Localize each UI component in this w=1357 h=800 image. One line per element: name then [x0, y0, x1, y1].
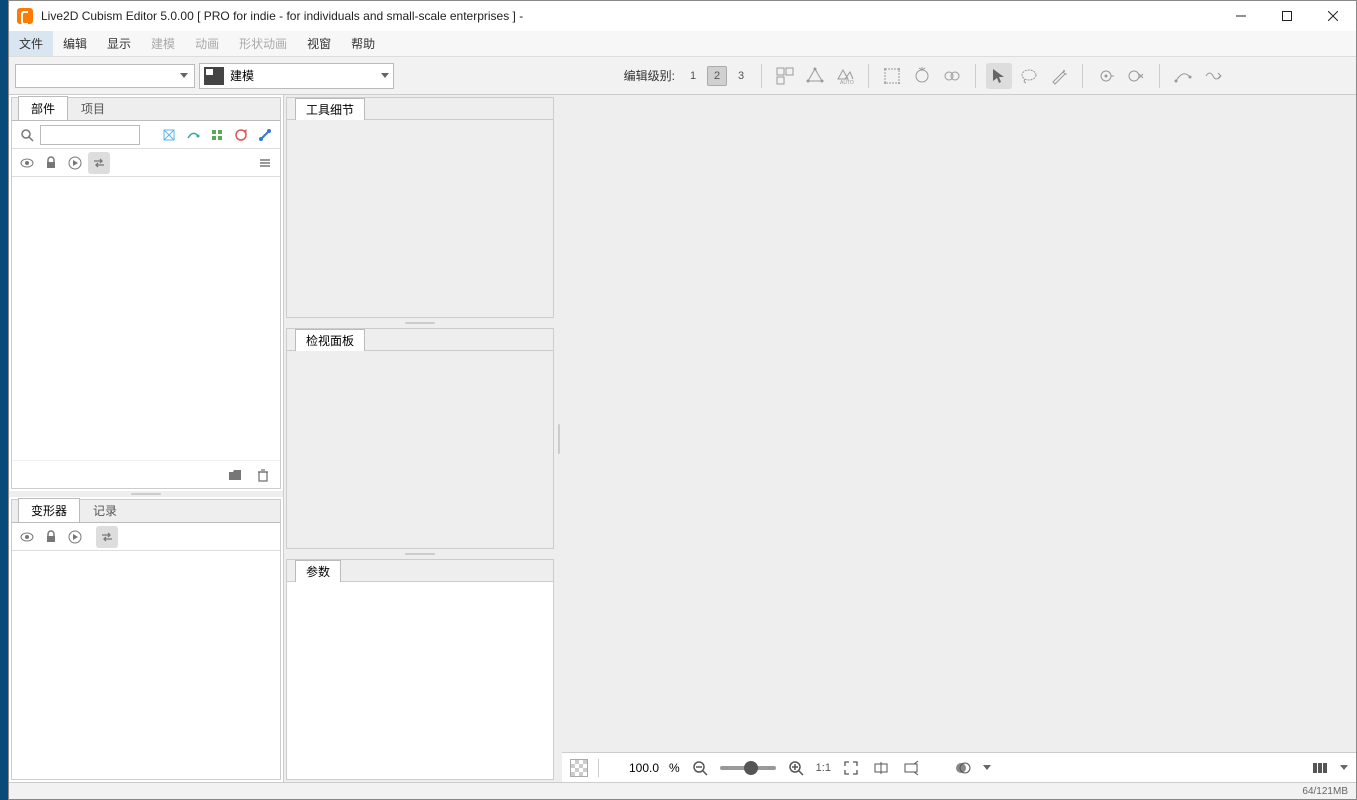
arrow-tool-icon[interactable] — [986, 63, 1012, 89]
warp-filter-icon[interactable] — [206, 124, 228, 146]
texture-atlas-icon[interactable] — [772, 63, 798, 89]
parameter-tab[interactable]: 参数 — [295, 560, 341, 582]
app-logo-icon — [17, 8, 33, 24]
minimize-button[interactable] — [1218, 1, 1264, 31]
canvas-footer: 100.0 % 1:1 — [562, 752, 1356, 782]
auto-mesh-icon[interactable]: AUTO — [832, 63, 858, 89]
rotation-filter-icon[interactable] — [230, 124, 252, 146]
lock-icon[interactable] — [40, 526, 62, 548]
separator — [868, 64, 869, 88]
visibility-icon[interactable] — [16, 526, 38, 548]
path-deform-icon[interactable] — [1200, 63, 1226, 89]
tab-parts[interactable]: 部件 — [18, 96, 68, 120]
canvas-viewport[interactable] — [562, 95, 1356, 752]
menu-file[interactable]: 文件 — [9, 31, 53, 56]
main-toolbar: 建模 编辑级别: 1 2 3 AUTO — [9, 57, 1356, 95]
trash-icon[interactable] — [252, 464, 274, 486]
edit-level-1[interactable]: 1 — [683, 66, 703, 86]
glue-tool-icon[interactable] — [1093, 63, 1119, 89]
separator — [761, 64, 762, 88]
slider-knob[interactable] — [744, 761, 758, 775]
center-icon[interactable] — [871, 758, 891, 778]
memory-usage: 64/121MB — [1302, 786, 1348, 797]
chevron-down-icon[interactable] — [1340, 765, 1348, 770]
menu-modeling: 建模 — [141, 31, 185, 56]
menu-icon[interactable] — [254, 152, 276, 174]
focus-icon[interactable] — [901, 758, 921, 778]
menu-help[interactable]: 帮助 — [341, 31, 385, 56]
menu-animation: 动画 — [185, 31, 229, 56]
folder-icon[interactable] — [224, 464, 246, 486]
zoom-percent-label: % — [669, 761, 680, 775]
menubar: 文件 编辑 显示 建模 动画 形状动画 视窗 帮助 — [9, 31, 1356, 57]
layout-icon[interactable] — [1310, 758, 1330, 778]
play-icon[interactable] — [64, 152, 86, 174]
background-color-icon[interactable] — [570, 759, 588, 777]
separator — [1082, 64, 1083, 88]
menu-edit[interactable]: 编辑 — [53, 31, 97, 56]
rotation-deformer-icon[interactable] — [909, 63, 935, 89]
zoom-value[interactable]: 100.0 — [609, 761, 659, 775]
chevron-down-icon[interactable] — [983, 765, 991, 770]
fit-screen-icon[interactable] — [841, 758, 861, 778]
horizontal-splitter[interactable] — [284, 320, 556, 326]
window-title: Live2D Cubism Editor 5.0.00 [ PRO for in… — [41, 9, 523, 23]
zoom-slider[interactable] — [720, 766, 776, 770]
play-icon[interactable] — [64, 526, 86, 548]
maximize-button[interactable] — [1264, 1, 1310, 31]
tool-detail-tab[interactable]: 工具细节 — [295, 98, 365, 120]
tool-detail-body — [287, 120, 553, 317]
edit-level-label: 编辑级别: — [624, 67, 675, 84]
parts-search-input[interactable] — [40, 125, 140, 145]
visibility-icon[interactable] — [16, 152, 38, 174]
menu-display[interactable]: 显示 — [97, 31, 141, 56]
chevron-down-icon — [180, 73, 188, 78]
mode-label: 建模 — [230, 67, 254, 84]
inspector-tab[interactable]: 检视面板 — [295, 329, 365, 351]
svg-text:AUTO: AUTO — [840, 80, 854, 85]
deformer-filter-icon[interactable] — [182, 124, 204, 146]
close-button[interactable] — [1310, 1, 1356, 31]
separator — [975, 64, 976, 88]
deformer-tree[interactable] — [12, 551, 280, 779]
menu-window[interactable]: 视窗 — [297, 31, 341, 56]
rotation-deformer-continuous-icon[interactable] — [939, 63, 965, 89]
onion-skin-icon[interactable] — [953, 758, 973, 778]
path-tool-icon[interactable] — [1170, 63, 1196, 89]
tab-project[interactable]: 项目 — [68, 96, 118, 120]
zoom-in-icon[interactable] — [786, 758, 806, 778]
mesh-edit-icon[interactable] — [802, 63, 828, 89]
inspector-body — [287, 351, 553, 548]
lock-icon[interactable] — [40, 152, 62, 174]
mode-selector[interactable]: 建模 — [199, 63, 394, 89]
parameter-body[interactable] — [287, 582, 553, 779]
sync-icon[interactable] — [96, 526, 118, 548]
edit-level-3[interactable]: 3 — [731, 66, 751, 86]
chevron-down-icon — [381, 73, 389, 78]
ratio-label[interactable]: 1:1 — [816, 762, 831, 774]
zoom-out-icon[interactable] — [690, 758, 710, 778]
sync-icon[interactable] — [88, 152, 110, 174]
modeling-mode-icon — [204, 67, 224, 85]
search-icon[interactable] — [16, 124, 38, 146]
brush-tool-icon[interactable] — [1046, 63, 1072, 89]
titlebar: Live2D Cubism Editor 5.0.00 [ PRO for in… — [9, 1, 1356, 31]
tab-log[interactable]: 记录 — [80, 498, 130, 522]
glue-filter-icon[interactable] — [254, 124, 276, 146]
document-selector[interactable] — [15, 64, 195, 88]
glue-weight-icon[interactable] — [1123, 63, 1149, 89]
artmesh-filter-icon[interactable] — [158, 124, 180, 146]
warp-deformer-icon[interactable] — [879, 63, 905, 89]
parts-tree[interactable] — [12, 177, 280, 460]
edit-level-2[interactable]: 2 — [707, 66, 727, 86]
horizontal-splitter[interactable] — [284, 551, 556, 557]
statusbar: 64/121MB — [9, 782, 1356, 799]
tab-deformer[interactable]: 变形器 — [18, 498, 80, 522]
menu-shape-animation: 形状动画 — [229, 31, 297, 56]
horizontal-splitter[interactable] — [9, 491, 283, 497]
separator — [1159, 64, 1160, 88]
lasso-tool-icon[interactable] — [1016, 63, 1042, 89]
